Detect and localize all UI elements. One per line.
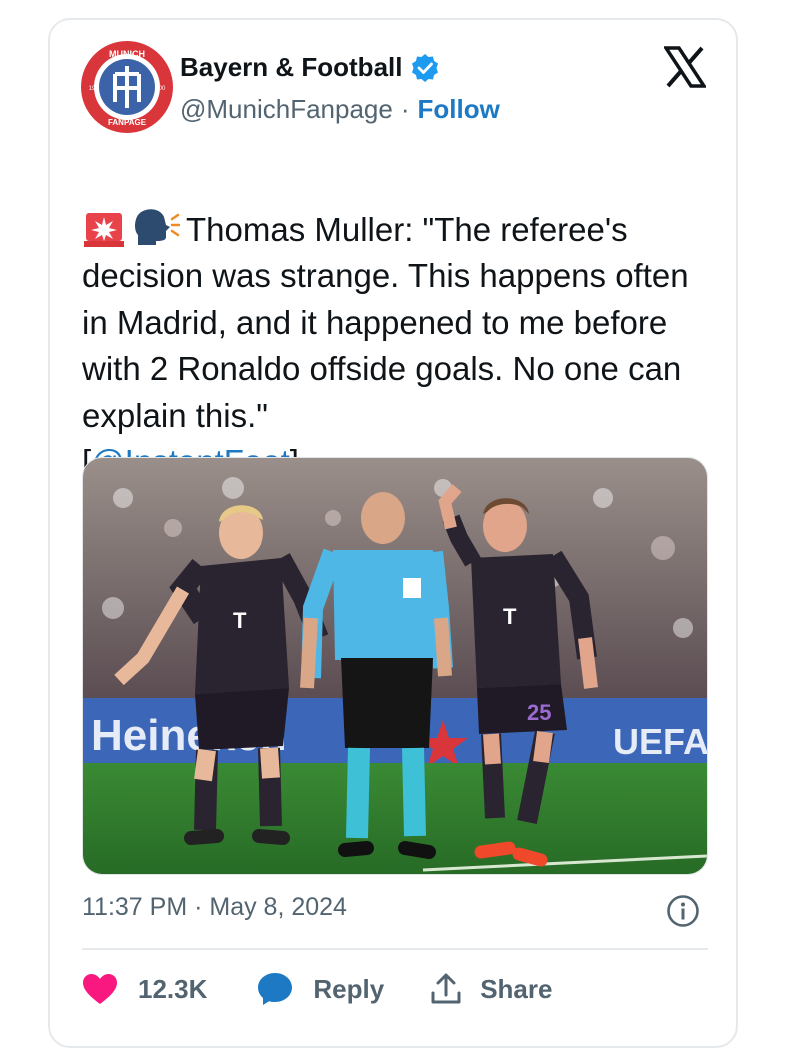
reply-button[interactable]: Reply bbox=[257, 972, 384, 1006]
display-name[interactable]: Bayern & Football bbox=[180, 52, 402, 83]
jersey-number: 25 bbox=[527, 700, 551, 725]
reply-label: Reply bbox=[313, 973, 385, 1004]
like-count: 12.3K bbox=[138, 973, 208, 1004]
handle[interactable]: @MunichFanpage bbox=[180, 94, 393, 125]
handle-row: @MunichFanpage · Follow bbox=[180, 94, 500, 125]
tweet-text: Thomas Muller: "The referee's decision w… bbox=[82, 160, 722, 486]
reply-bubble-icon bbox=[258, 973, 293, 1005]
follow-button[interactable]: Follow bbox=[418, 94, 500, 125]
avatar-left-num: 19 bbox=[89, 86, 96, 92]
heart-icon bbox=[83, 974, 117, 1004]
x-logo-icon[interactable] bbox=[664, 46, 706, 88]
info-icon[interactable] bbox=[666, 894, 700, 928]
jersey-sponsor-right: T bbox=[503, 604, 517, 629]
handle-separator: · bbox=[400, 94, 410, 124]
avatar-right-num: 00 bbox=[159, 86, 166, 92]
speaking-head-emoji bbox=[135, 208, 180, 245]
jersey-sponsor-left: T bbox=[233, 608, 247, 633]
avatar-bottom-text: FANPAGE bbox=[108, 118, 147, 127]
name-row: Bayern & Football bbox=[180, 52, 440, 83]
action-bar: 12.3K Reply Share bbox=[82, 966, 552, 1012]
like-button[interactable]: 12.3K bbox=[82, 973, 207, 1005]
match-photo: Heineken UEFA T T 25 bbox=[83, 458, 707, 874]
timestamp[interactable]: 11:37 PM · May 8, 2024 bbox=[82, 893, 347, 922]
verified-badge-icon bbox=[412, 53, 439, 82]
avatar[interactable]: MUNICH FANPAGE 19 00 bbox=[80, 40, 174, 134]
avatar-top-text: MUNICH bbox=[109, 49, 145, 59]
share-icon bbox=[431, 973, 461, 1004]
ad-board-right-text: UEFA bbox=[613, 721, 707, 762]
pitch bbox=[83, 763, 707, 874]
share-label: Share bbox=[480, 973, 553, 1004]
rotating-light-emoji bbox=[84, 212, 124, 247]
share-button[interactable]: Share bbox=[430, 973, 552, 1005]
divider bbox=[82, 948, 708, 950]
tweet-photo[interactable]: Heineken UEFA T T 25 bbox=[82, 457, 708, 875]
